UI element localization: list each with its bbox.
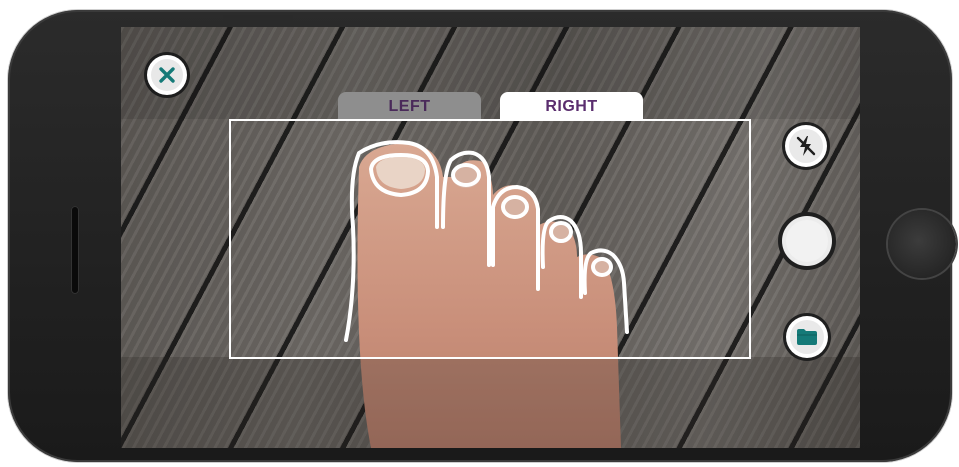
tab-right[interactable]: RIGHT: [500, 92, 643, 121]
close-icon: [151, 59, 183, 91]
phone-home-button[interactable]: [888, 210, 956, 278]
shutter-button[interactable]: [782, 216, 832, 266]
folder-icon: [790, 320, 824, 354]
flash-toggle-button[interactable]: [785, 125, 827, 167]
shutter-icon: [786, 220, 828, 262]
phone-speaker: [71, 206, 79, 294]
close-button[interactable]: [147, 55, 187, 95]
tab-left-label: LEFT: [388, 97, 431, 115]
flash-off-icon: [789, 129, 823, 163]
phone-side-button: [223, 15, 293, 21]
guide-frame: [229, 119, 751, 359]
gallery-button[interactable]: [786, 316, 828, 358]
tab-right-label: RIGHT: [545, 97, 598, 115]
tab-left[interactable]: LEFT: [338, 92, 481, 121]
